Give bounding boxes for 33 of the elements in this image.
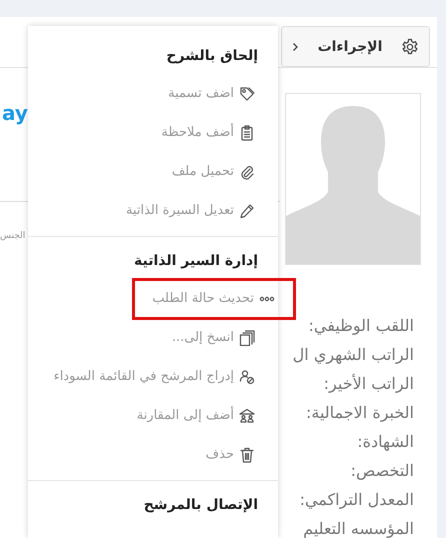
field-label: الجنس — [0, 231, 26, 241]
clipboard-icon — [239, 124, 255, 140]
actions-button[interactable]: الإجراءات — [281, 26, 430, 67]
field-label: الراتب الأخير: — [322, 372, 414, 395]
field-label: اللقب الوظيفي: — [308, 315, 414, 337]
menu-item[interactable]: إدراج المرشح في القائمة السوداء — [50, 356, 258, 398]
candidate-name: ay — [2, 101, 28, 125]
trash-icon — [239, 446, 255, 462]
user-block-icon — [239, 368, 255, 384]
menu-item[interactable]: انسخ إلى... — [168, 316, 258, 358]
settings-icon — [401, 38, 419, 56]
menu-item[interactable]: حذف — [202, 434, 258, 476]
copy-icon — [239, 330, 255, 346]
field-label: الخبرة الاجمالية: — [304, 402, 414, 424]
section-title: إلحاق بالشرح — [165, 47, 259, 66]
menu-item[interactable]: أضف إلى المقارنة — [134, 394, 258, 436]
pencil-icon — [239, 202, 255, 218]
compare-icon — [239, 408, 255, 424]
menu-item[interactable]: تعديل السيرة الذاتية — [122, 190, 258, 232]
menu-item[interactable]: اضف تسمية — [165, 72, 258, 114]
section-title: الإتصال بالمرشح — [142, 496, 259, 515]
field-label: الشهادة: — [356, 431, 414, 453]
menu-item[interactable]: تحديث حالة الطلب — [132, 278, 296, 320]
section-title: إدارة السير الذاتية — [133, 252, 259, 271]
chevron-icon — [292, 42, 299, 52]
menu-item[interactable]: أضف ملاحظة — [158, 112, 258, 154]
field-label: المؤسسه التعليم — [302, 518, 414, 538]
tag-icon — [239, 86, 255, 102]
field-label: الراتب الشهري ال — [292, 344, 414, 366]
field-label: المعدل التراكمي: — [298, 489, 414, 511]
menu-item[interactable]: تحميل ملف — [168, 150, 258, 192]
field-label: التخصص: — [350, 460, 414, 482]
paperclip-icon — [239, 164, 255, 180]
